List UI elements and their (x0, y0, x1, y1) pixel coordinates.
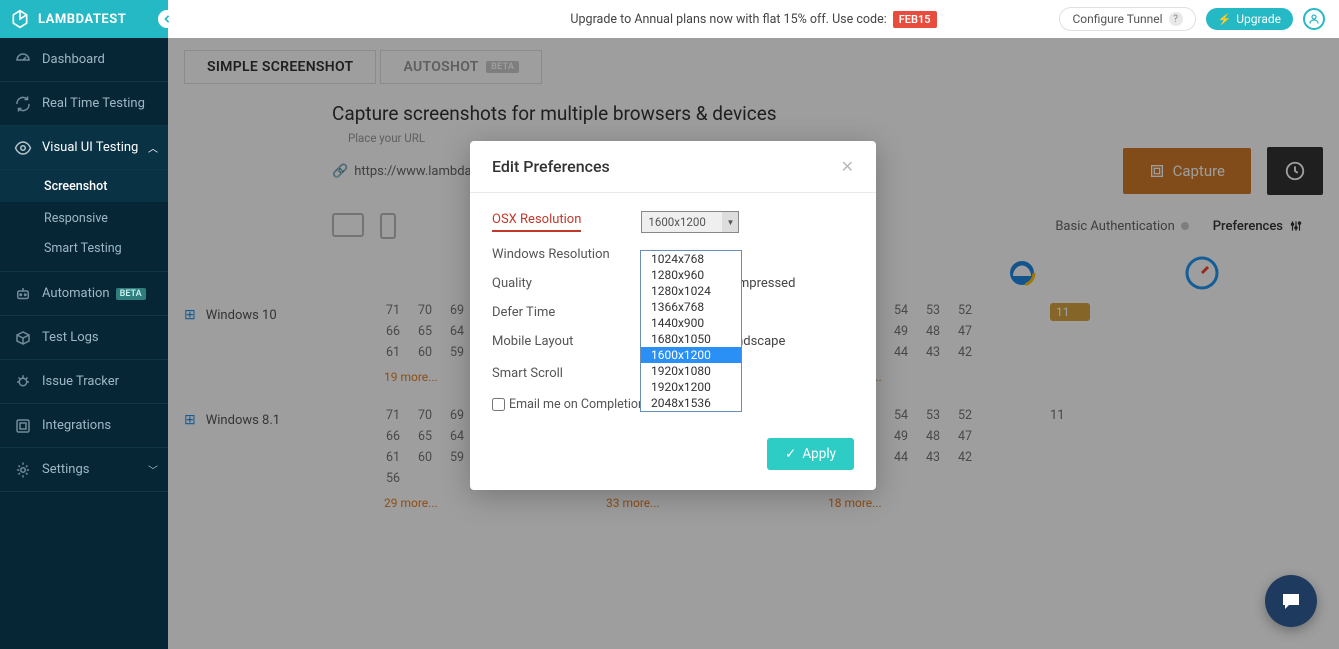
resolution-dropdown: 1024x7681280x9601280x10241366x7681440x90… (640, 250, 742, 412)
sidebar-item-testlogs[interactable]: Test Logs (0, 316, 168, 360)
gear-icon (14, 461, 32, 479)
resolution-option[interactable]: 1680x1050 (641, 331, 741, 347)
pref-windows-resolution[interactable]: Windows Resolution (492, 247, 642, 262)
chat-fab[interactable] (1265, 575, 1317, 627)
apply-button[interactable]: ✓ Apply (767, 438, 854, 470)
box-icon (14, 329, 32, 347)
check-icon: ✓ (785, 446, 796, 462)
modal-title: Edit Preferences (492, 157, 610, 176)
pref-quality[interactable]: Quality (492, 276, 642, 291)
chevron-down-icon: ﹀ (148, 462, 158, 477)
chevron-up-icon: ︿ (148, 140, 158, 155)
bolt-icon: ⚡ (1218, 13, 1232, 26)
resolution-option[interactable]: 1024x768 (641, 251, 741, 267)
resolution-option[interactable]: 1920x1200 (641, 379, 741, 395)
pref-mobile-layout[interactable]: Mobile Layout (492, 334, 642, 349)
sidebar-item-automation[interactable]: Automation BETA (0, 272, 168, 316)
configure-tunnel-button[interactable]: Configure Tunnel ? (1059, 7, 1195, 31)
avatar[interactable] (1303, 8, 1325, 30)
sidebar-item-visual-ui[interactable]: Visual UI Testing ︿ (0, 126, 168, 170)
sidebar-item-dashboard[interactable]: Dashboard (0, 38, 168, 82)
sidebar-sub-screenshot[interactable]: Screenshot (0, 170, 168, 202)
upgrade-button[interactable]: ⚡ Upgrade (1206, 8, 1293, 30)
brand-text: LAMBDATEST (38, 12, 126, 27)
chat-icon (1279, 589, 1303, 613)
resolution-option[interactable]: 1280x960 (641, 267, 741, 283)
sidebar-collapse-icon[interactable] (158, 10, 176, 28)
promo-code-badge: FEB15 (893, 11, 937, 28)
beta-badge: BETA (116, 288, 146, 300)
close-icon[interactable]: ✕ (841, 157, 854, 176)
select-arrow-icon: ▼ (722, 212, 738, 232)
sidebar-item-integrations[interactable]: Integrations (0, 404, 168, 448)
robot-icon (14, 285, 32, 303)
resolution-option[interactable]: 1920x1080 (641, 363, 741, 379)
promo-text: Upgrade to Annual plans now with flat 15… (570, 12, 886, 27)
resolution-option[interactable]: 1366x768 (641, 299, 741, 315)
osx-resolution-select[interactable]: 1600x1200 ▼ (641, 211, 739, 233)
sidebar-item-settings[interactable]: Settings ﹀ (0, 448, 168, 492)
layers-icon (14, 417, 32, 435)
resolution-option[interactable]: 1440x900 (641, 315, 741, 331)
sidebar-item-realtime[interactable]: Real Time Testing (0, 82, 168, 126)
resolution-option[interactable]: 2048x1536 (641, 395, 741, 411)
help-icon: ? (1169, 12, 1183, 26)
sidebar-sub-responsive[interactable]: Responsive (0, 202, 168, 234)
sidebar: LAMBDATEST Dashboard Real Time Testing V… (0, 0, 168, 649)
pref-smart-scroll[interactable]: Smart Scroll (492, 366, 642, 381)
gauge-icon (14, 51, 32, 69)
resolution-option[interactable]: 1600x1200 (641, 347, 741, 363)
sidebar-sub-smart[interactable]: Smart Testing (0, 234, 168, 272)
pref-osx-resolution[interactable]: OSX Resolution (492, 212, 581, 232)
resolution-option[interactable]: 1280x1024 (641, 283, 741, 299)
logo-icon (10, 9, 30, 29)
sidebar-item-issue[interactable]: Issue Tracker (0, 360, 168, 404)
pref-defer-time[interactable]: Defer Time (492, 305, 642, 320)
eye-icon (14, 139, 32, 157)
topbar: Upgrade to Annual plans now with flat 15… (168, 0, 1339, 38)
logo-bar: LAMBDATEST (0, 0, 168, 38)
bug-icon (14, 373, 32, 391)
refresh-icon (14, 95, 32, 113)
